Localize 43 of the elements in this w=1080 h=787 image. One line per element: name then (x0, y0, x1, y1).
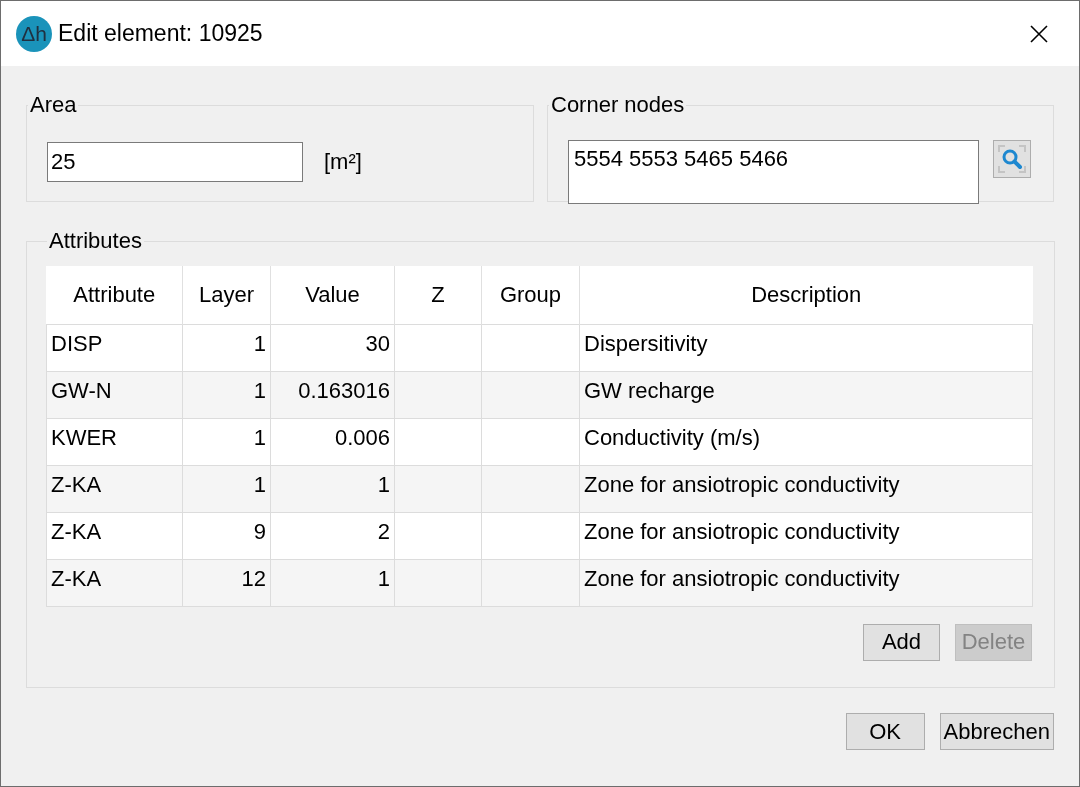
unit-label: [m²] (324, 149, 362, 175)
group-label: Corner nodes (550, 92, 686, 118)
column-header[interactable]: Value (270, 266, 395, 324)
table-cell: 0.163016 (270, 371, 395, 418)
table-cell: 2 (270, 512, 395, 559)
table-cell: 1 (182, 324, 271, 371)
table-cell: KWER (46, 418, 183, 465)
table-cell: Dispersitivity (579, 324, 1033, 371)
zoom-button[interactable] (993, 140, 1031, 178)
table-cell: GW recharge (579, 371, 1033, 418)
table-cell: Conductivity (m/s) (579, 418, 1033, 465)
table-cell: Z-KA (46, 465, 183, 512)
dialog-button[interactable]: OK (845, 713, 925, 750)
column-header[interactable]: Description (579, 266, 1033, 324)
table-cell: 0.006 (270, 418, 395, 465)
close-icon[interactable] (1029, 23, 1049, 44)
table-cell: 9 (182, 512, 271, 559)
table-cell: Zone for ansiotropic conductivity (579, 559, 1033, 606)
corner-nodes-field[interactable]: 5554 5553 5465 5466 (568, 140, 979, 204)
area-input-field[interactable]: 25 (47, 142, 303, 182)
table-cell: GW-N (46, 371, 183, 418)
table-cell: Zone for ansiotropic conductivity (579, 512, 1033, 559)
table-cell: 30 (270, 324, 395, 371)
table-cell: Z-KA (46, 559, 183, 606)
app-logo-icon: Δh (16, 15, 52, 52)
dialog-button[interactable]: Abbrechen (939, 713, 1054, 750)
group-label: Area (29, 92, 78, 118)
table-cell: 12 (182, 559, 271, 606)
table-cell: 1 (182, 418, 271, 465)
group-label: Attributes (48, 228, 143, 254)
column-header[interactable]: Layer (182, 266, 271, 324)
table-cell: 1 (182, 465, 271, 512)
table-cell: 1 (270, 559, 395, 606)
table-cell: 1 (182, 371, 271, 418)
column-header[interactable]: Attribute (46, 266, 183, 324)
dialog-button[interactable]: Add (863, 623, 940, 661)
table-cell: Zone for ansiotropic conductivity (579, 465, 1033, 512)
column-header[interactable]: Group (481, 266, 580, 324)
table-cell: DISP (46, 324, 183, 371)
table-cell: Z-KA (46, 512, 183, 559)
window-title: Edit element: 10925 (58, 20, 264, 47)
column-header[interactable]: Z (394, 266, 482, 324)
table-cell: 1 (270, 465, 395, 512)
